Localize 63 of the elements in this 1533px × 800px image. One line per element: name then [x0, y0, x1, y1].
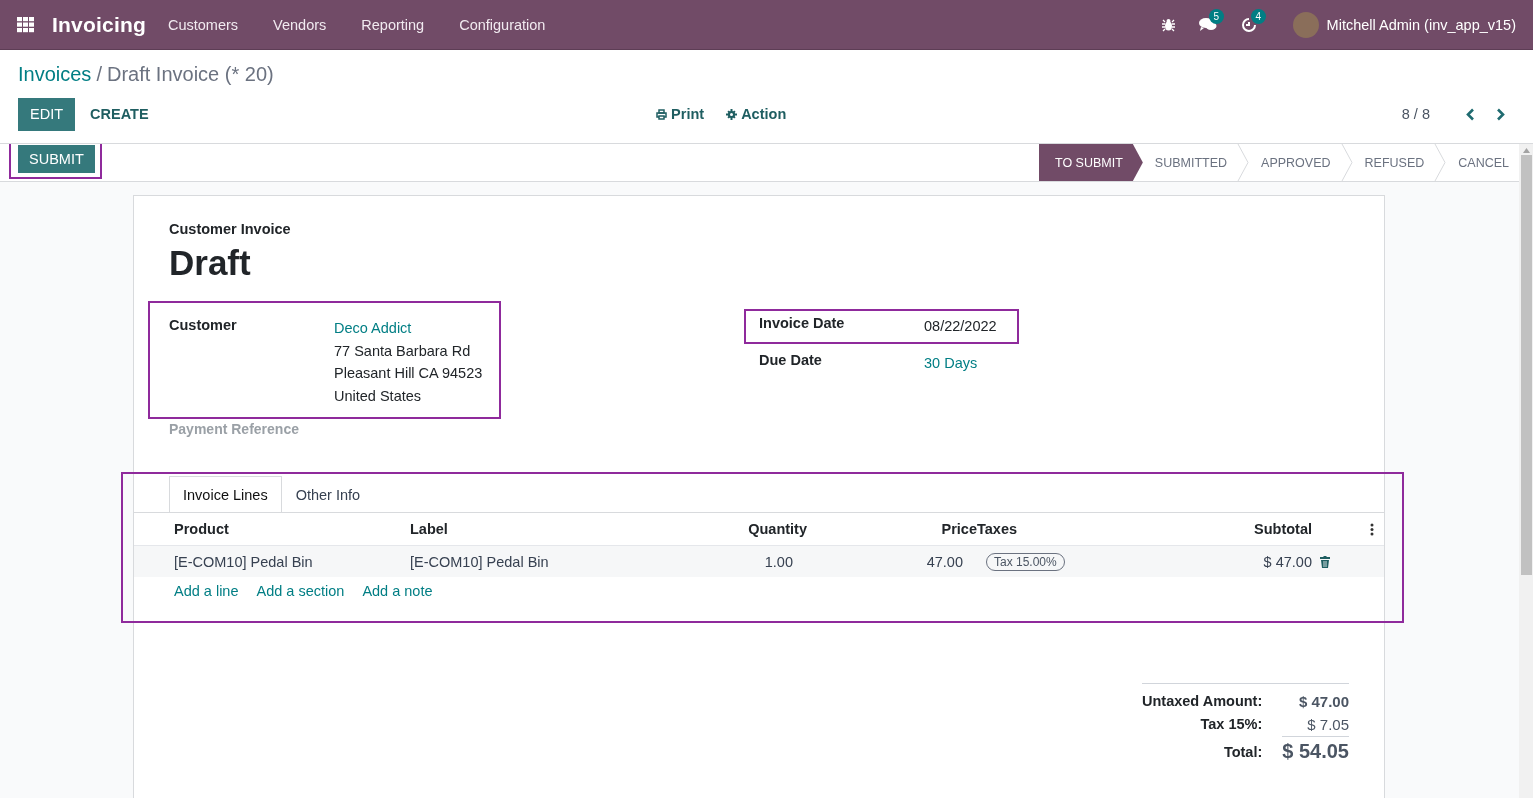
address-line: United States	[334, 386, 423, 406]
breadcrumb-link[interactable]: Invoices	[18, 63, 92, 86]
menu-item[interactable]: Customers	[168, 16, 239, 33]
kebab-menu-icon[interactable]	[1370, 522, 1374, 536]
add-line-link[interactable]: Add a note	[362, 583, 433, 599]
column-header[interactable]: Label	[410, 521, 448, 537]
column-header[interactable]: Product	[174, 521, 229, 537]
chevron-right-icon[interactable]	[1496, 107, 1505, 121]
action-button[interactable]: Action	[726, 106, 787, 122]
total-amount: $ 54.05	[1282, 736, 1349, 766]
field-label: Due Date	[759, 351, 823, 370]
total-label: Tax 15%:	[1199, 715, 1263, 734]
table-cell: [E-COM10] Pedal Bin	[410, 553, 549, 570]
breadcrumb-current: Draft Invoice (* 20)	[106, 63, 274, 86]
table-cell: [E-COM10] Pedal Bin	[174, 553, 313, 570]
clock-icon[interactable]	[1240, 16, 1257, 33]
message-count-badge: 5	[1208, 9, 1225, 24]
menu-item[interactable]: Configuration	[459, 16, 546, 33]
add-line-link[interactable]: Add a line	[174, 583, 239, 599]
submit-button[interactable]: SUBMIT	[18, 145, 95, 173]
chevron-left-icon[interactable]	[1466, 107, 1475, 121]
pager-value: 8 / 8	[1401, 106, 1430, 122]
total-label: Total:	[1222, 743, 1263, 762]
total-label: Untaxed Amount:	[1141, 692, 1263, 711]
create-button[interactable]: CREATE	[78, 106, 161, 122]
menu-item[interactable]: Vendors	[273, 16, 327, 33]
edit-button[interactable]: EDIT	[18, 97, 76, 131]
field-label: Invoice Date	[759, 315, 846, 333]
scrollbar[interactable]	[1519, 144, 1533, 798]
table-cell: $ 47.00	[1263, 553, 1312, 570]
column-header[interactable]: Price	[941, 521, 977, 537]
table-cell: 1.00	[764, 553, 793, 570]
activity-count-badge: 4	[1250, 8, 1267, 24]
address-line: 77 Santa Barbara Rd	[334, 341, 472, 361]
total-amount: $ 47.00	[1297, 692, 1349, 712]
invoice-line-row[interactable]: [E-COM10] Pedal Bin [E-COM10] Pedal Bin 1.00 47.00 Tax 15.00% $ 47.00	[134, 546, 1384, 577]
address-line: Pleasant Hill CA 94523	[334, 364, 483, 383]
table-cell: 47.00	[926, 553, 963, 570]
app-name[interactable]: Invoicing	[52, 12, 146, 37]
column-header[interactable]: Subtotal	[1254, 521, 1312, 537]
field-label: Customer	[169, 317, 238, 335]
status-stage[interactable]: TO SUBMIT	[1039, 144, 1143, 181]
tab[interactable]: Invoice Lines	[169, 476, 282, 512]
field-label: Payment Reference	[169, 421, 300, 437]
column-header[interactable]: Taxes	[977, 521, 1018, 537]
total-amount: $ 7.05	[1306, 715, 1349, 735]
printer-icon	[656, 108, 668, 120]
trash-icon[interactable]	[1320, 555, 1330, 568]
customer-link[interactable]: Deco Addict	[334, 317, 483, 340]
menu-item[interactable]: Reporting	[361, 16, 425, 33]
tab[interactable]: Other Info	[281, 476, 375, 512]
add-line-link[interactable]: Add a section	[256, 583, 345, 599]
invoice-date-value: 08/22/2022	[924, 317, 997, 336]
breadcrumb-separator: /	[96, 63, 102, 86]
print-button[interactable]: Print	[656, 106, 705, 122]
bug-icon[interactable]	[1161, 17, 1175, 32]
invoice-name: Draft	[169, 243, 252, 283]
document-type-label: Customer Invoice	[169, 221, 292, 237]
user-name[interactable]: Mitchell Admin (inv_app_v15)	[1326, 16, 1516, 33]
column-header[interactable]: Quantity	[748, 521, 807, 537]
apps-grid-icon[interactable]	[17, 16, 35, 33]
gear-icon	[726, 108, 738, 120]
payment-terms-link[interactable]: 30 Days	[924, 351, 978, 374]
